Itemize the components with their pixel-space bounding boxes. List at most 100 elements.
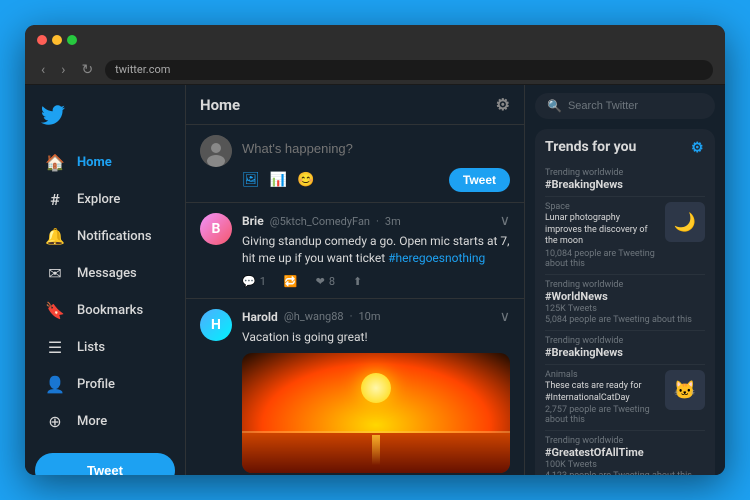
refresh-button[interactable]: ↻ (77, 60, 97, 80)
tweet-1-link[interactable]: #heregoesnothing (388, 251, 485, 265)
trend-item-2[interactable]: Space Lunar photography improves the dis… (545, 197, 705, 275)
bookmarks-icon: 🔖 (45, 301, 65, 320)
twitter-logo[interactable] (25, 95, 185, 143)
notifications-icon: 🔔 (45, 227, 65, 246)
trend-item-4[interactable]: Trending worldwide #BreakingNews (545, 331, 705, 365)
compose-right: 🖼 📊 😊 Tweet (242, 135, 510, 192)
close-button-dot[interactable] (37, 35, 47, 45)
sidebar-item-explore[interactable]: # Explore (29, 182, 181, 217)
search-bar[interactable]: 🔍 (535, 93, 715, 119)
compose-box: 🖼 📊 😊 Tweet (186, 125, 524, 203)
trend-1-text: Trending worldwide #BreakingNews (545, 168, 705, 191)
sunset-image (242, 353, 510, 473)
feed-title: Home (200, 96, 240, 114)
water (242, 433, 510, 473)
tweet-card-2-header: H Harold @h_wang88 · 10m ∨ Vacation is g… (200, 309, 510, 346)
feed-settings-icon[interactable]: ⚙ (496, 95, 510, 114)
browser-window: ‹ › ↻ twitter.com 🏠 Home # Explore (25, 25, 725, 475)
minimize-button-dot[interactable] (52, 35, 62, 45)
sidebar-item-home[interactable]: 🏠 Home (29, 145, 181, 180)
tweet-1-body: Giving standup comedy a go. Open mic sta… (242, 233, 510, 267)
trend-5-image: 🐱 (665, 370, 705, 410)
tweet-1-share[interactable]: ⬆ (353, 275, 362, 288)
right-panel: 🔍 Trends for you ⚙ Trending worldwide #B… (525, 85, 725, 475)
tweet-2-name: Harold (242, 310, 278, 324)
compose-tweet-button[interactable]: Tweet (449, 168, 510, 192)
trend-item-6[interactable]: Trending worldwide #GreatestOfAllTime 10… (545, 431, 705, 475)
tweet-1-name: Brie (242, 214, 264, 228)
search-icon: 🔍 (547, 99, 562, 113)
tweet-1-time: · (376, 215, 379, 228)
tweet-1-meta: Brie @5ktch_ComedyFan · 3m ∨ (242, 213, 510, 229)
compose-actions: 🖼 📊 😊 Tweet (242, 168, 510, 192)
trend-item-3[interactable]: Trending worldwide #WorldNews 125K Tweet… (545, 275, 705, 331)
tweet-2-more-icon[interactable]: ∨ (500, 309, 510, 325)
sidebar-item-bookmarks[interactable]: 🔖 Bookmarks (29, 293, 181, 328)
sidebar-label-home: Home (77, 155, 112, 170)
water-reflection (372, 435, 380, 465)
tweet-2-avatar[interactable]: H (200, 309, 232, 341)
profile-icon: 👤 (45, 375, 65, 394)
sidebar-label-explore: Explore (77, 192, 120, 207)
sidebar-label-bookmarks: Bookmarks (77, 303, 143, 318)
sidebar-item-messages[interactable]: ✉ Messages (29, 256, 181, 291)
tweet-1-actions: 💬 1 🔁 ❤ 8 ⬆ (242, 275, 510, 288)
tweet-2-meta: Harold @h_wang88 · 10m ∨ (242, 309, 510, 325)
sidebar-item-notifications[interactable]: 🔔 Notifications (29, 219, 181, 254)
tweet-2-handle: @h_wang88 (284, 310, 344, 323)
sidebar-item-profile[interactable]: 👤 Profile (29, 367, 181, 402)
tweet-2-timestamp: 10m (358, 310, 380, 323)
browser-titlebar (25, 25, 725, 55)
emoji-icon[interactable]: 😊 (297, 172, 314, 188)
sidebar-item-more[interactable]: ⊕ More (29, 404, 181, 439)
tweet-1-like[interactable]: ❤ 8 (316, 275, 335, 288)
poll-icon[interactable]: 📊 (270, 172, 287, 188)
image-icon[interactable]: 🖼 (242, 172, 260, 188)
trend-3-text: Trending worldwide #WorldNews 125K Tweet… (545, 280, 705, 325)
sidebar: 🏠 Home # Explore 🔔 Notifications ✉ Messa… (25, 85, 185, 475)
tweet-1-retweet[interactable]: 🔁 (284, 275, 298, 288)
tweet-2-image (242, 353, 510, 473)
sidebar-label-notifications: Notifications (77, 229, 152, 244)
tweet-1-reply[interactable]: 💬 1 (242, 275, 266, 288)
sidebar-label-messages: Messages (77, 266, 137, 281)
sidebar-label-lists: Lists (77, 340, 105, 355)
trend-2-text: Space Lunar photography improves the dis… (545, 202, 659, 269)
tweet-card-2: H Harold @h_wang88 · 10m ∨ Vacation is g… (186, 299, 524, 475)
compose-user-avatar (200, 135, 232, 167)
tweet-1-more-icon[interactable]: ∨ (500, 213, 510, 229)
trends-settings-icon[interactable]: ⚙ (691, 140, 705, 154)
trend-5-text: Animals These cats are ready for #Intern… (545, 370, 659, 425)
sidebar-item-lists[interactable]: ☰ Lists (29, 330, 181, 365)
tweet-card-1-header: B Brie @5ktch_ComedyFan · 3m ∨ Giving st… (200, 213, 510, 267)
sun (361, 373, 391, 403)
tweet-1-avatar[interactable]: B (200, 213, 232, 245)
explore-icon: # (45, 190, 65, 209)
compose-icons: 🖼 📊 😊 (242, 172, 315, 188)
trend-item-1[interactable]: Trending worldwide #BreakingNews (545, 163, 705, 197)
tweet-card-1: B Brie @5ktch_ComedyFan · 3m ∨ Giving st… (186, 203, 524, 299)
home-icon: 🏠 (45, 153, 65, 172)
tweet-button[interactable]: Tweet (35, 453, 175, 475)
feed: Home ⚙ 🖼 📊 (185, 85, 525, 475)
twitter-bird-icon (41, 103, 65, 127)
forward-button[interactable]: › (57, 60, 69, 80)
search-input[interactable] (568, 100, 710, 112)
address-bar[interactable]: twitter.com (105, 60, 713, 80)
trend-6-text: Trending worldwide #GreatestOfAllTime 10… (545, 436, 705, 475)
trend-item-5[interactable]: Animals These cats are ready for #Intern… (545, 365, 705, 431)
lists-icon: ☰ (45, 338, 65, 357)
messages-icon: ✉ (45, 264, 65, 283)
feed-header: Home ⚙ (186, 85, 524, 125)
trend-4-text: Trending worldwide #BreakingNews (545, 336, 705, 359)
back-button[interactable]: ‹ (37, 60, 49, 80)
browser-content: 🏠 Home # Explore 🔔 Notifications ✉ Messa… (25, 85, 725, 475)
maximize-button-dot[interactable] (67, 35, 77, 45)
sidebar-label-profile: Profile (77, 377, 115, 392)
tweet-1-handle: @5ktch_ComedyFan (270, 215, 370, 228)
trend-2-image: 🌙 (665, 202, 705, 242)
browser-toolbar: ‹ › ↻ twitter.com (25, 55, 725, 85)
compose-input[interactable] (242, 135, 510, 162)
compose-avatar (200, 135, 232, 167)
trends-title: Trends for you ⚙ (545, 139, 705, 155)
